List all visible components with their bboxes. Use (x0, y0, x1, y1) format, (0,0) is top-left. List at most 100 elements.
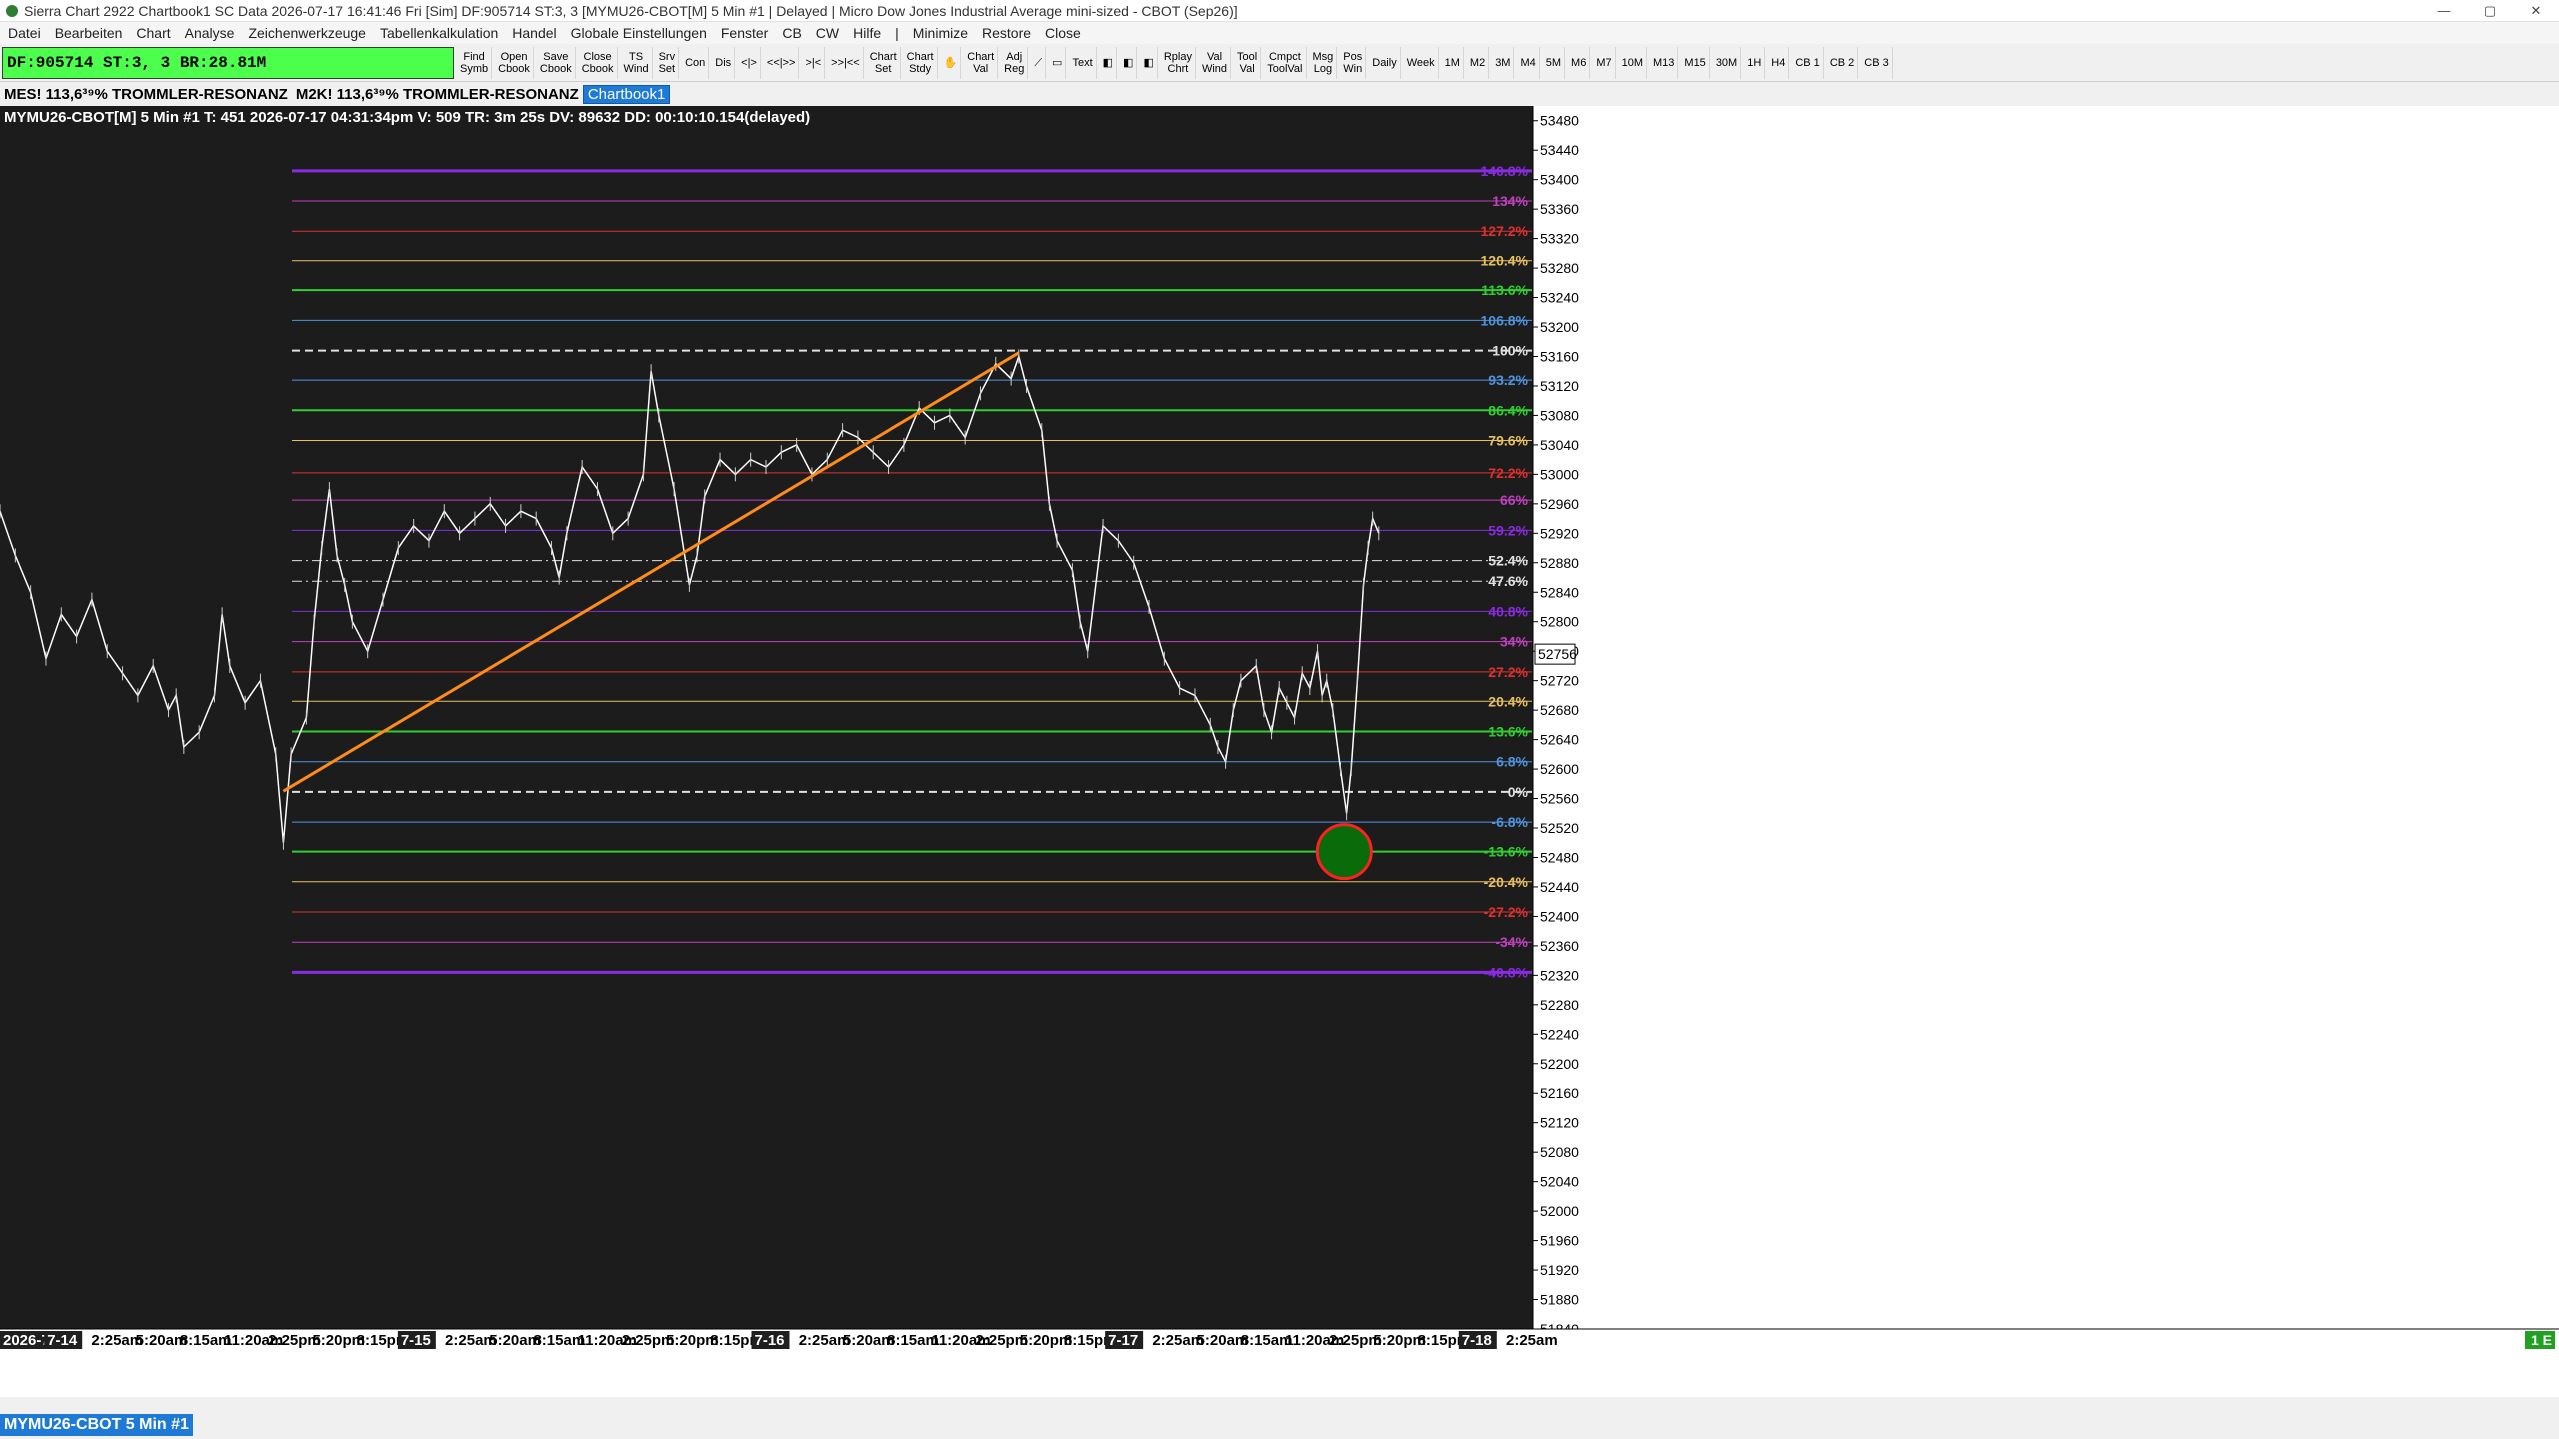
replay-chart-button[interactable]: Rplay Chrt (1161, 46, 1196, 79)
minimize-window-button[interactable]: — (2421, 0, 2467, 22)
tf-m2-button[interactable]: M2 (1467, 46, 1490, 79)
menu-item-5[interactable]: Tabellenkalkulation (372, 25, 504, 41)
price-tick-label: 52720 (1540, 673, 1579, 689)
chart-studies-button[interactable]: Chart Stdy (904, 46, 938, 79)
fib-level-label: 79.6% (1488, 432, 1528, 448)
menu-item-1[interactable]: Bearbeiten (47, 25, 129, 41)
menu-item-9[interactable]: CB (774, 25, 807, 41)
chartbook-tab-2[interactable]: Chartbook1 (582, 84, 671, 104)
tf-daily-button[interactable]: Daily (1369, 46, 1401, 79)
tool-icon-1[interactable]: ◧ (1100, 46, 1118, 79)
menu-item-6[interactable]: Handel (504, 25, 562, 41)
cb1-button[interactable]: CB 1 (1792, 46, 1824, 79)
compact-toolval-button[interactable]: Cmpct ToolVal (1264, 46, 1307, 79)
cb3-button[interactable]: CB 3 (1861, 46, 1893, 79)
tf-1m-button[interactable]: 1M (1442, 46, 1464, 79)
tf-5m-button[interactable]: 5M (1543, 46, 1566, 79)
open-chartbook-button[interactable]: Open Cbook (495, 46, 534, 79)
tool-icon-2[interactable]: ◧ (1120, 46, 1138, 79)
current-price-label: 52756 (1538, 646, 1577, 662)
fib-level-label: 113.6% (1481, 282, 1528, 298)
menu-item-13[interactable]: Minimize (905, 25, 974, 41)
window-titlebar: Sierra Chart 2922 Chartbook1 SC Data 202… (0, 0, 2559, 22)
chartbook-tab-1[interactable]: M2K! 113,6³⁹% TROMMLER-RESONANZ (292, 86, 583, 103)
save-chartbook-button[interactable]: Save Cbook (537, 46, 576, 79)
cb2-button[interactable]: CB 2 (1827, 46, 1859, 79)
fib-level-label: -40.8% (1484, 964, 1529, 980)
tool-values-button[interactable]: Tool Val (1234, 46, 1262, 79)
adjust-region-button[interactable]: Adj Reg (1001, 46, 1029, 79)
tf-m6-button[interactable]: M6 (1568, 46, 1591, 79)
price-tick-label: 52320 (1540, 967, 1579, 983)
menu-item-3[interactable]: Analyse (177, 25, 241, 41)
close-window-button[interactable]: ✕ (2513, 0, 2559, 22)
position-window-button[interactable]: Pos Win (1340, 46, 1367, 79)
price-chart[interactable]: 140.8% 134% 127.2% 120.4% 113.6% 106.8% 100% 93… (0, 106, 2559, 1397)
fib-level-label: 86.4% (1488, 402, 1528, 418)
chart-window-tab[interactable]: MYMU26-CBOT 5 Min #1 (0, 1414, 193, 1436)
fib-level-label: 40.8% (1488, 603, 1528, 619)
price-axis-background (1533, 106, 2559, 1329)
date-tick-label: 7-16 (755, 1332, 785, 1349)
price-tick-label: 53440 (1540, 142, 1579, 158)
fib-level-label: -27.2% (1484, 904, 1529, 920)
maximize-window-button[interactable]: ▢ (2467, 0, 2513, 22)
scroll-button-1[interactable]: <|> (738, 46, 761, 79)
scroll-button-2[interactable]: <<|>> (764, 46, 800, 79)
fib-level-label: 34% (1500, 634, 1529, 650)
tf-m4-button[interactable]: M4 (1517, 46, 1540, 79)
tf-m15-button[interactable]: M15 (1681, 46, 1710, 79)
menu-item-10[interactable]: CW (808, 25, 845, 41)
chart-settings-button[interactable]: Chart Set (867, 46, 901, 79)
tf-10m-button[interactable]: 10M (1619, 46, 1647, 79)
chart-values-button[interactable]: Chart Val (964, 46, 999, 79)
tf-1h-button[interactable]: 1H (1744, 46, 1766, 79)
tool-icon-3[interactable]: ◧ (1140, 46, 1158, 79)
tf-m7-button[interactable]: M7 (1593, 46, 1616, 79)
menu-item-2[interactable]: Chart (128, 25, 176, 41)
menu-item-0[interactable]: Datei (0, 25, 47, 41)
fib-level-label: 127.2% (1481, 223, 1529, 239)
find-symbol-button[interactable]: Find Symb (457, 46, 493, 79)
tf-3m-button[interactable]: 3M (1492, 46, 1515, 79)
app-icon (6, 4, 18, 17)
disconnect-button[interactable]: Dis (712, 46, 736, 79)
hand-tool-icon[interactable]: ✋ (941, 46, 962, 79)
menu-item-14[interactable]: Restore (974, 25, 1037, 41)
window-controls: — ▢ ✕ (2421, 0, 2559, 22)
tf-week-button[interactable]: Week (1404, 46, 1439, 79)
fib-level-label: 93.2% (1488, 372, 1528, 388)
date-tick-label: 7-18 (1462, 1332, 1492, 1349)
price-tick-label: 51960 (1540, 1233, 1579, 1249)
scroll-button-4[interactable]: >>|<< (828, 46, 864, 79)
menu-item-4[interactable]: Zeichenwerkzeuge (240, 25, 372, 41)
tf-h4-button[interactable]: H4 (1768, 46, 1790, 79)
ts-window-button[interactable]: TS Wind (621, 46, 653, 79)
price-tick-label: 52840 (1540, 584, 1579, 600)
price-tick-label: 52880 (1540, 555, 1579, 571)
price-tick-label: 52800 (1540, 614, 1579, 630)
price-tick-label: 53040 (1540, 437, 1579, 453)
toolbar-buttons: Find Symb Open Cbook Save Cbook Close Cbook… (454, 46, 1893, 79)
scroll-button-3[interactable]: >|< (802, 46, 826, 79)
menu-item-15[interactable]: Close (1037, 25, 1087, 41)
menu-item-11[interactable]: Hilfe (845, 25, 887, 41)
message-log-button[interactable]: Msg Log (1310, 46, 1338, 79)
draw-rect-icon[interactable]: ▭ (1049, 46, 1067, 79)
tf-m13-button[interactable]: M13 (1650, 46, 1679, 79)
menu-item-8[interactable]: Fenster (713, 25, 774, 41)
date-tick-label: 7-14 (47, 1332, 78, 1349)
chart-area[interactable]: MYMU26-CBOT[M] 5 Min #1 T: 451 2026-07-1… (0, 106, 2559, 1397)
toolbar: DF:905714 ST:3, 3 BR:28.81M Find Symb Ope… (0, 44, 2559, 82)
draw-line-icon[interactable]: ⟋ (1031, 46, 1047, 79)
values-window-button[interactable]: Val Wind (1199, 46, 1232, 79)
connect-button[interactable]: Con (682, 46, 710, 79)
chartbook-tab-0[interactable]: MES! 113,6³⁹% TROMMLER-RESONANZ (0, 86, 292, 103)
tf-30m-button[interactable]: 30M (1713, 46, 1742, 79)
menu-item-7[interactable]: Globale Einstellungen (563, 25, 713, 41)
server-settings-button[interactable]: Srv Set (656, 46, 680, 79)
fib-level-label: 27.2% (1488, 664, 1528, 680)
text-tool-button[interactable]: Text (1069, 46, 1097, 79)
date-tick-label: 7-15 (401, 1332, 431, 1349)
close-chartbook-button[interactable]: Close Cbook (579, 46, 618, 79)
